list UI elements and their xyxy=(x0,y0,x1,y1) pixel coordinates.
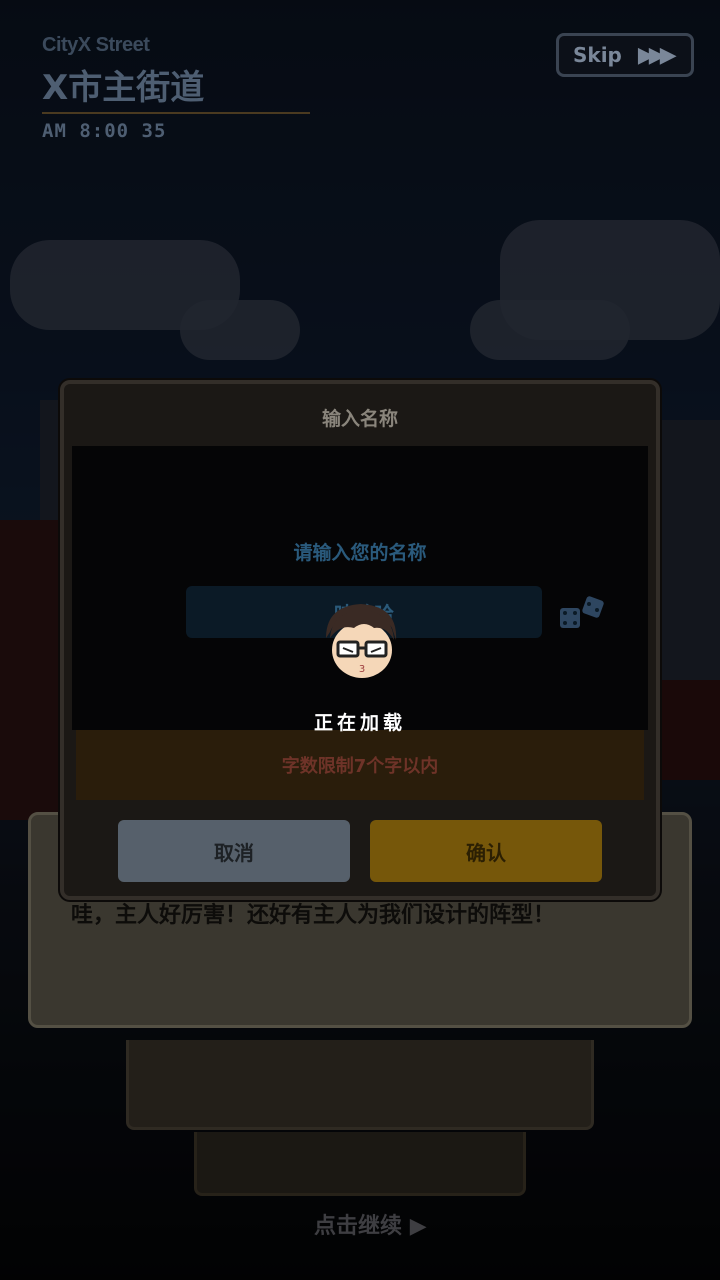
game-clock: AM 8:00 35 xyxy=(42,120,167,142)
loading-mascot-icon: 3 xyxy=(326,604,397,678)
dialogue-text: 哇，主人好厉害！还好有主人为我们设计的阵型！ xyxy=(71,903,556,928)
name-prompt: 请输入您的名称 xyxy=(293,542,427,564)
loading-text: 正在加载 xyxy=(313,712,406,734)
play-arrow-icon: ▶ xyxy=(409,1214,427,1239)
tap-to-continue[interactable]: 点击继续 ▶ xyxy=(314,1208,427,1240)
svg-text:3: 3 xyxy=(359,664,365,675)
char-limit-notice: 字数限制7个字以内 xyxy=(76,730,644,800)
location-divider xyxy=(42,112,310,114)
dialogue-stack-layer xyxy=(126,1040,594,1130)
skip-button[interactable]: Skip ▶▶▶ xyxy=(556,33,694,77)
fast-forward-icon: ▶▶▶ xyxy=(637,42,677,68)
skip-label: Skip xyxy=(573,43,622,67)
cancel-button[interactable]: 取消 xyxy=(118,820,350,882)
random-dice-icon[interactable] xyxy=(558,594,608,634)
continue-label: 点击继续 xyxy=(314,1214,403,1239)
dialog-title: 输入名称 xyxy=(321,408,398,430)
location-title: X市主街道 xyxy=(42,68,205,108)
dialogue-stack-layer xyxy=(194,1132,526,1196)
location-english: CityX Street xyxy=(42,34,150,56)
confirm-button[interactable]: 确认 xyxy=(370,820,602,882)
